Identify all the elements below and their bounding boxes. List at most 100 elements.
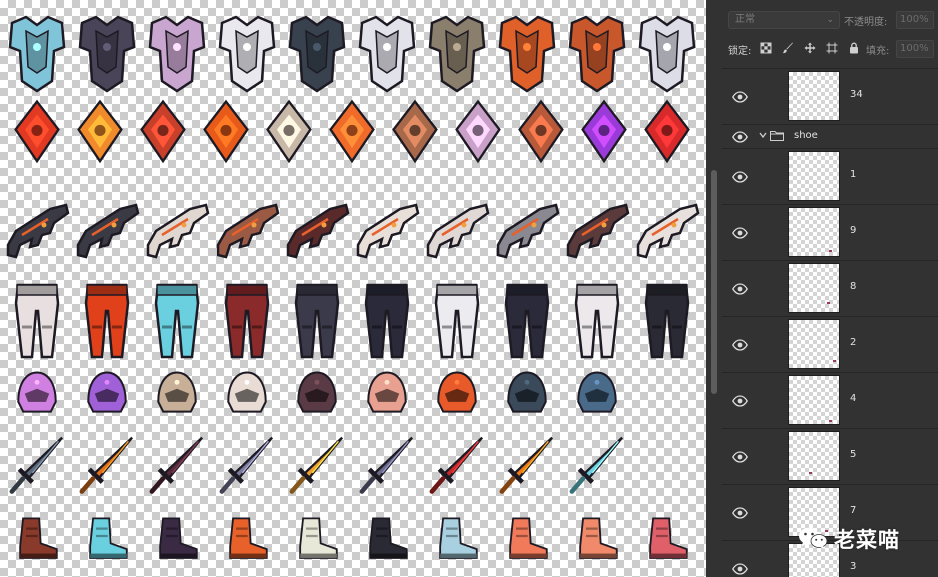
eye-icon[interactable]: [732, 283, 748, 295]
gun-sprite: [4, 180, 70, 272]
armor-sprite: [74, 2, 140, 98]
layer-thumbnail[interactable]: [788, 151, 840, 201]
layer-thumbnail[interactable]: [788, 71, 840, 121]
eye-icon[interactable]: [732, 451, 748, 463]
layer-thumbnail-content: [829, 420, 832, 422]
eye-icon[interactable]: [732, 171, 748, 183]
pants-sprite: [144, 274, 210, 366]
blend-mode-value: 正常: [735, 14, 755, 25]
sprite-row-gem: [0, 96, 706, 176]
shoe-sprite: [494, 514, 560, 577]
layer-row[interactable]: 5: [722, 428, 938, 484]
layer-thumbnail[interactable]: [788, 319, 840, 369]
layer-thumbnail-content: [833, 360, 836, 362]
layer-row[interactable]: 4: [722, 372, 938, 428]
helmet-sprite: [564, 366, 630, 436]
shoe-sprite: [354, 514, 420, 577]
pants-sprite: [564, 274, 630, 366]
artboard-icon[interactable]: [826, 42, 838, 54]
sprite-row-armor: [0, 2, 706, 98]
gem-sprite: [382, 96, 448, 176]
eye-icon[interactable]: [732, 395, 748, 407]
eye-icon[interactable]: [732, 91, 748, 103]
chevron-down-icon: ⌄: [826, 15, 834, 25]
layer-thumbnail-content: [829, 250, 832, 252]
gem-sprite: [319, 96, 385, 176]
layer-thumbnail[interactable]: [788, 431, 840, 481]
armor-sprite: [494, 2, 560, 98]
helmet-sprite: [424, 366, 490, 436]
shoe-sprite: [214, 514, 280, 577]
helmet-sprite: [144, 366, 210, 436]
sword-sprite: [74, 432, 140, 512]
layer-thumbnail[interactable]: [788, 207, 840, 257]
layer-name[interactable]: 34: [850, 89, 863, 100]
opacity-field[interactable]: 100%: [896, 11, 934, 29]
layer-row[interactable]: 2: [722, 316, 938, 372]
gun-sprite: [564, 180, 630, 272]
gun-sprite: [74, 180, 140, 272]
brush-icon[interactable]: [782, 42, 794, 54]
fill-label: 填充:: [866, 46, 890, 57]
layer-row[interactable]: 8: [722, 260, 938, 316]
eye-icon[interactable]: [732, 507, 748, 519]
eye-icon[interactable]: [732, 227, 748, 239]
canvas-scrollbar[interactable]: [706, 0, 722, 577]
lock-row: 锁定: 填充: 100%: [722, 38, 938, 60]
helmet-sprite: [494, 366, 560, 436]
blend-mode-select[interactable]: 正常 ⌄: [728, 11, 840, 29]
armor-sprite: [4, 2, 70, 98]
lock-transparent-pixels-icon[interactable]: [760, 42, 772, 54]
fill-field[interactable]: 100%: [896, 40, 934, 58]
layer-thumbnail[interactable]: [788, 263, 840, 313]
layer-row[interactable]: 1: [722, 148, 938, 204]
layer-name[interactable]: 3: [850, 561, 856, 572]
layer-name[interactable]: 8: [850, 281, 856, 292]
canvas-scroll-thumb[interactable]: [711, 170, 717, 394]
gem-sprite: [193, 96, 259, 176]
armor-sprite: [424, 2, 490, 98]
pants-sprite: [634, 274, 700, 366]
gem-sprite: [571, 96, 637, 176]
eye-icon[interactable]: [732, 563, 748, 575]
wechat-icon: [798, 526, 828, 550]
shoe-sprite: [4, 514, 70, 577]
move-icon[interactable]: [804, 42, 816, 54]
layer-row[interactable]: 34: [722, 68, 938, 124]
gun-sprite: [354, 180, 420, 272]
lock-icon[interactable]: [848, 42, 860, 54]
document-canvas[interactable]: [0, 0, 706, 577]
layer-name[interactable]: 1: [850, 169, 856, 180]
layers-scrollbar[interactable]: [930, 62, 938, 577]
gem-sprite: [445, 96, 511, 176]
layer-name[interactable]: shoe: [794, 130, 818, 141]
armor-sprite: [564, 2, 630, 98]
helmet-sprite: [284, 366, 350, 436]
layer-name[interactable]: 7: [850, 505, 856, 516]
layer-row[interactable]: 9: [722, 204, 938, 260]
gun-sprite: [424, 180, 490, 272]
lock-label: 锁定:: [728, 46, 752, 57]
armor-sprite: [214, 2, 280, 98]
shoe-sprite: [634, 514, 700, 577]
watermark: 老菜喵: [798, 520, 928, 556]
layer-name[interactable]: 2: [850, 337, 856, 348]
sword-sprite: [144, 432, 210, 512]
helmet-sprite: [4, 366, 70, 436]
shoe-sprite: [284, 514, 350, 577]
layer-name[interactable]: 4: [850, 393, 856, 404]
layer-name[interactable]: 5: [850, 449, 856, 460]
eye-icon[interactable]: [732, 131, 748, 143]
gun-sprite: [284, 180, 350, 272]
layer-group-row[interactable]: shoe: [722, 124, 938, 148]
layer-thumbnail[interactable]: [788, 375, 840, 425]
eye-icon[interactable]: [732, 339, 748, 351]
armor-sprite: [354, 2, 420, 98]
shoe-sprite: [564, 514, 630, 577]
folder-icon: [770, 130, 784, 141]
chevron-down-icon[interactable]: [758, 130, 768, 140]
gem-sprite: [508, 96, 574, 176]
gem-sprite: [67, 96, 133, 176]
layers-panel: 正常 ⌄ 不透明度: 100% 锁定: 填充: 100% 34 shoe 1 9 8 2 4…: [722, 0, 938, 577]
layer-name[interactable]: 9: [850, 225, 856, 236]
